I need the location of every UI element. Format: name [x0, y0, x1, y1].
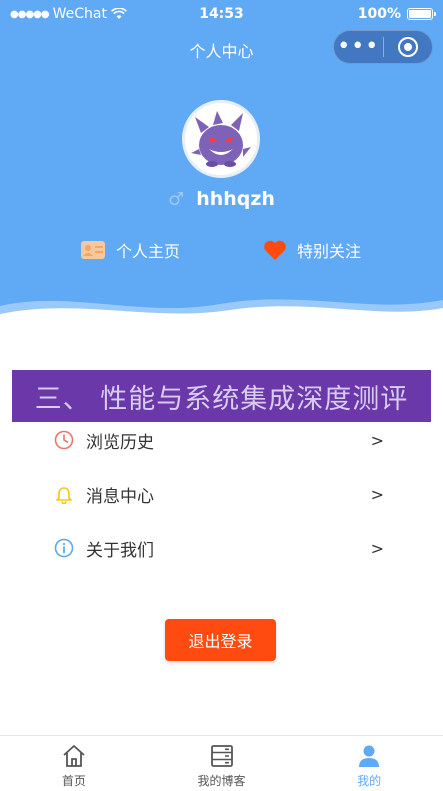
more-dots-icon[interactable]: •••: [334, 30, 383, 64]
avatar[interactable]: [182, 100, 260, 178]
info-icon: [54, 538, 74, 558]
target-circle-icon: [397, 37, 418, 57]
tab-my-blog[interactable]: 我的博客: [148, 736, 296, 791]
tab-label: 首页: [61, 774, 86, 788]
close-miniprogram-button[interactable]: [383, 37, 432, 57]
overlay-banner: 三、 性能与系统集成深度测评: [12, 370, 431, 422]
menu-item-label: 消息中心: [86, 486, 154, 507]
gengar-avatar-icon: [185, 103, 257, 175]
bell-icon: [56, 487, 72, 504]
menu-item-label: 浏览历史: [86, 432, 154, 453]
id-card-icon: [81, 241, 105, 259]
homepage-button[interactable]: 个人主页: [80, 238, 180, 262]
battery-icon: [407, 8, 436, 20]
tab-label: 我的: [357, 774, 382, 788]
menu-item-history[interactable]: 浏览历史 >: [54, 425, 394, 455]
follow-button[interactable]: 特别关注: [263, 238, 361, 262]
tab-label: 我的博客: [197, 774, 246, 788]
chevron-right-icon: >: [370, 538, 384, 558]
clock-icon: [54, 430, 74, 450]
user-info: ♂ hhhqzh: [0, 188, 443, 210]
menu-item-label: 关于我们: [86, 540, 154, 561]
menu-item-messages[interactable]: 消息中心 >: [54, 479, 394, 509]
home-icon: [63, 745, 85, 767]
server-icon: [210, 745, 233, 767]
profile-actions: 个人主页 特别关注: [0, 238, 443, 266]
status-bar: ●●●●● WeChat 14:53 100%: [0, 0, 443, 30]
tab-mine[interactable]: 我的: [295, 736, 443, 791]
battery-percent: 100%: [357, 6, 401, 22]
username: hhhqzh: [196, 188, 275, 210]
homepage-label: 个人主页: [116, 242, 181, 261]
chevron-right-icon: >: [370, 484, 384, 504]
miniprogram-capsule: •••: [333, 30, 433, 64]
user-icon: [359, 745, 380, 767]
profile-header: ●●●●● WeChat 14:53 100% 个人中心 ••• ♂ hhhqz…: [0, 0, 443, 330]
heart-icon: [264, 240, 286, 260]
logout-button[interactable]: 退出登录: [165, 619, 276, 661]
male-icon: ♂: [168, 188, 185, 210]
follow-label: 特别关注: [297, 242, 362, 261]
wave-decoration: [0, 299, 443, 330]
menu-item-about[interactable]: 关于我们 >: [54, 533, 394, 563]
tab-home[interactable]: 首页: [0, 736, 148, 791]
tab-bar: 首页 我的博客 我的: [0, 735, 443, 791]
chevron-right-icon: >: [370, 430, 384, 450]
